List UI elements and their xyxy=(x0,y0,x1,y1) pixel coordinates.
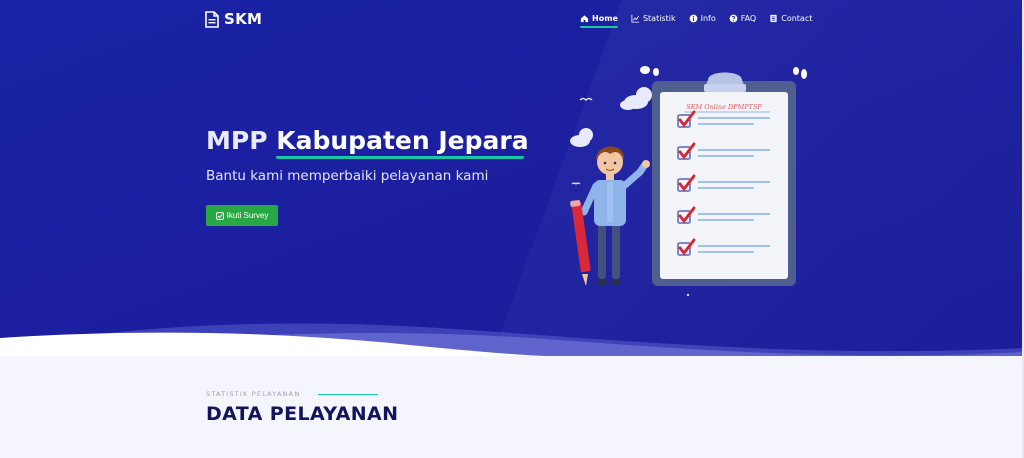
info-icon xyxy=(689,14,697,23)
cloud-icon xyxy=(620,87,652,110)
nav-menu: Home Statistik Info FAQ Contact xyxy=(580,14,812,28)
pencil-illustration xyxy=(570,200,591,286)
nav-label-info: Info xyxy=(700,14,716,23)
question-icon xyxy=(729,14,738,23)
document-icon xyxy=(205,10,219,28)
hero-section: SKM Home Statistik Info FAQ Contact MPP … xyxy=(0,0,1024,356)
eyebrow-accent-line xyxy=(318,394,378,395)
home-icon xyxy=(580,15,589,23)
brand-logo[interactable]: SKM xyxy=(205,10,262,28)
clipboard-heading: SKM Online DPMPTSP xyxy=(686,103,762,111)
hero-subtitle: Bantu kami memperbaiki pelayanan kami xyxy=(206,168,489,184)
bird-icon xyxy=(571,182,581,185)
brand-name: SKM xyxy=(224,10,263,28)
nav-label-contact: Contact xyxy=(781,14,813,23)
nav-label-home: Home xyxy=(592,14,618,23)
hero-wave xyxy=(0,323,1024,356)
nav-item-contact[interactable]: Contact xyxy=(769,14,812,23)
bird-icon xyxy=(579,97,593,102)
person-illustration xyxy=(580,146,650,285)
section-title: DATA PELAYANAN xyxy=(206,403,399,425)
title-underline xyxy=(276,156,524,159)
nav-label-faq: FAQ xyxy=(740,14,757,23)
check-square-icon xyxy=(215,211,224,220)
contact-icon xyxy=(770,14,777,23)
navbar: SKM Home Statistik Info FAQ Contact xyxy=(0,0,1024,40)
survey-button-label: Ikuti Survey xyxy=(226,211,269,220)
nav-label-statistik: Statistik xyxy=(642,14,676,23)
hero-title-prefix: MPP xyxy=(206,126,268,155)
nav-item-faq[interactable]: FAQ xyxy=(729,14,757,23)
cloud-icon xyxy=(570,128,593,147)
section-eyebrow: STATISTIK PELAYANAN xyxy=(206,390,301,398)
nav-item-home[interactable]: Home xyxy=(580,14,618,28)
nav-item-statistik[interactable]: Statistik xyxy=(631,14,676,23)
hero-title-place: Kabupaten Jepara xyxy=(276,126,529,155)
chart-icon xyxy=(631,14,640,23)
ikuti-survey-button[interactable]: Ikuti Survey xyxy=(206,205,278,226)
nav-item-info[interactable]: Info xyxy=(689,14,716,23)
survey-illustration: SKM Online DPMPTSP xyxy=(570,66,807,297)
hero-title: MPP Kabupaten Jepara xyxy=(206,126,529,155)
